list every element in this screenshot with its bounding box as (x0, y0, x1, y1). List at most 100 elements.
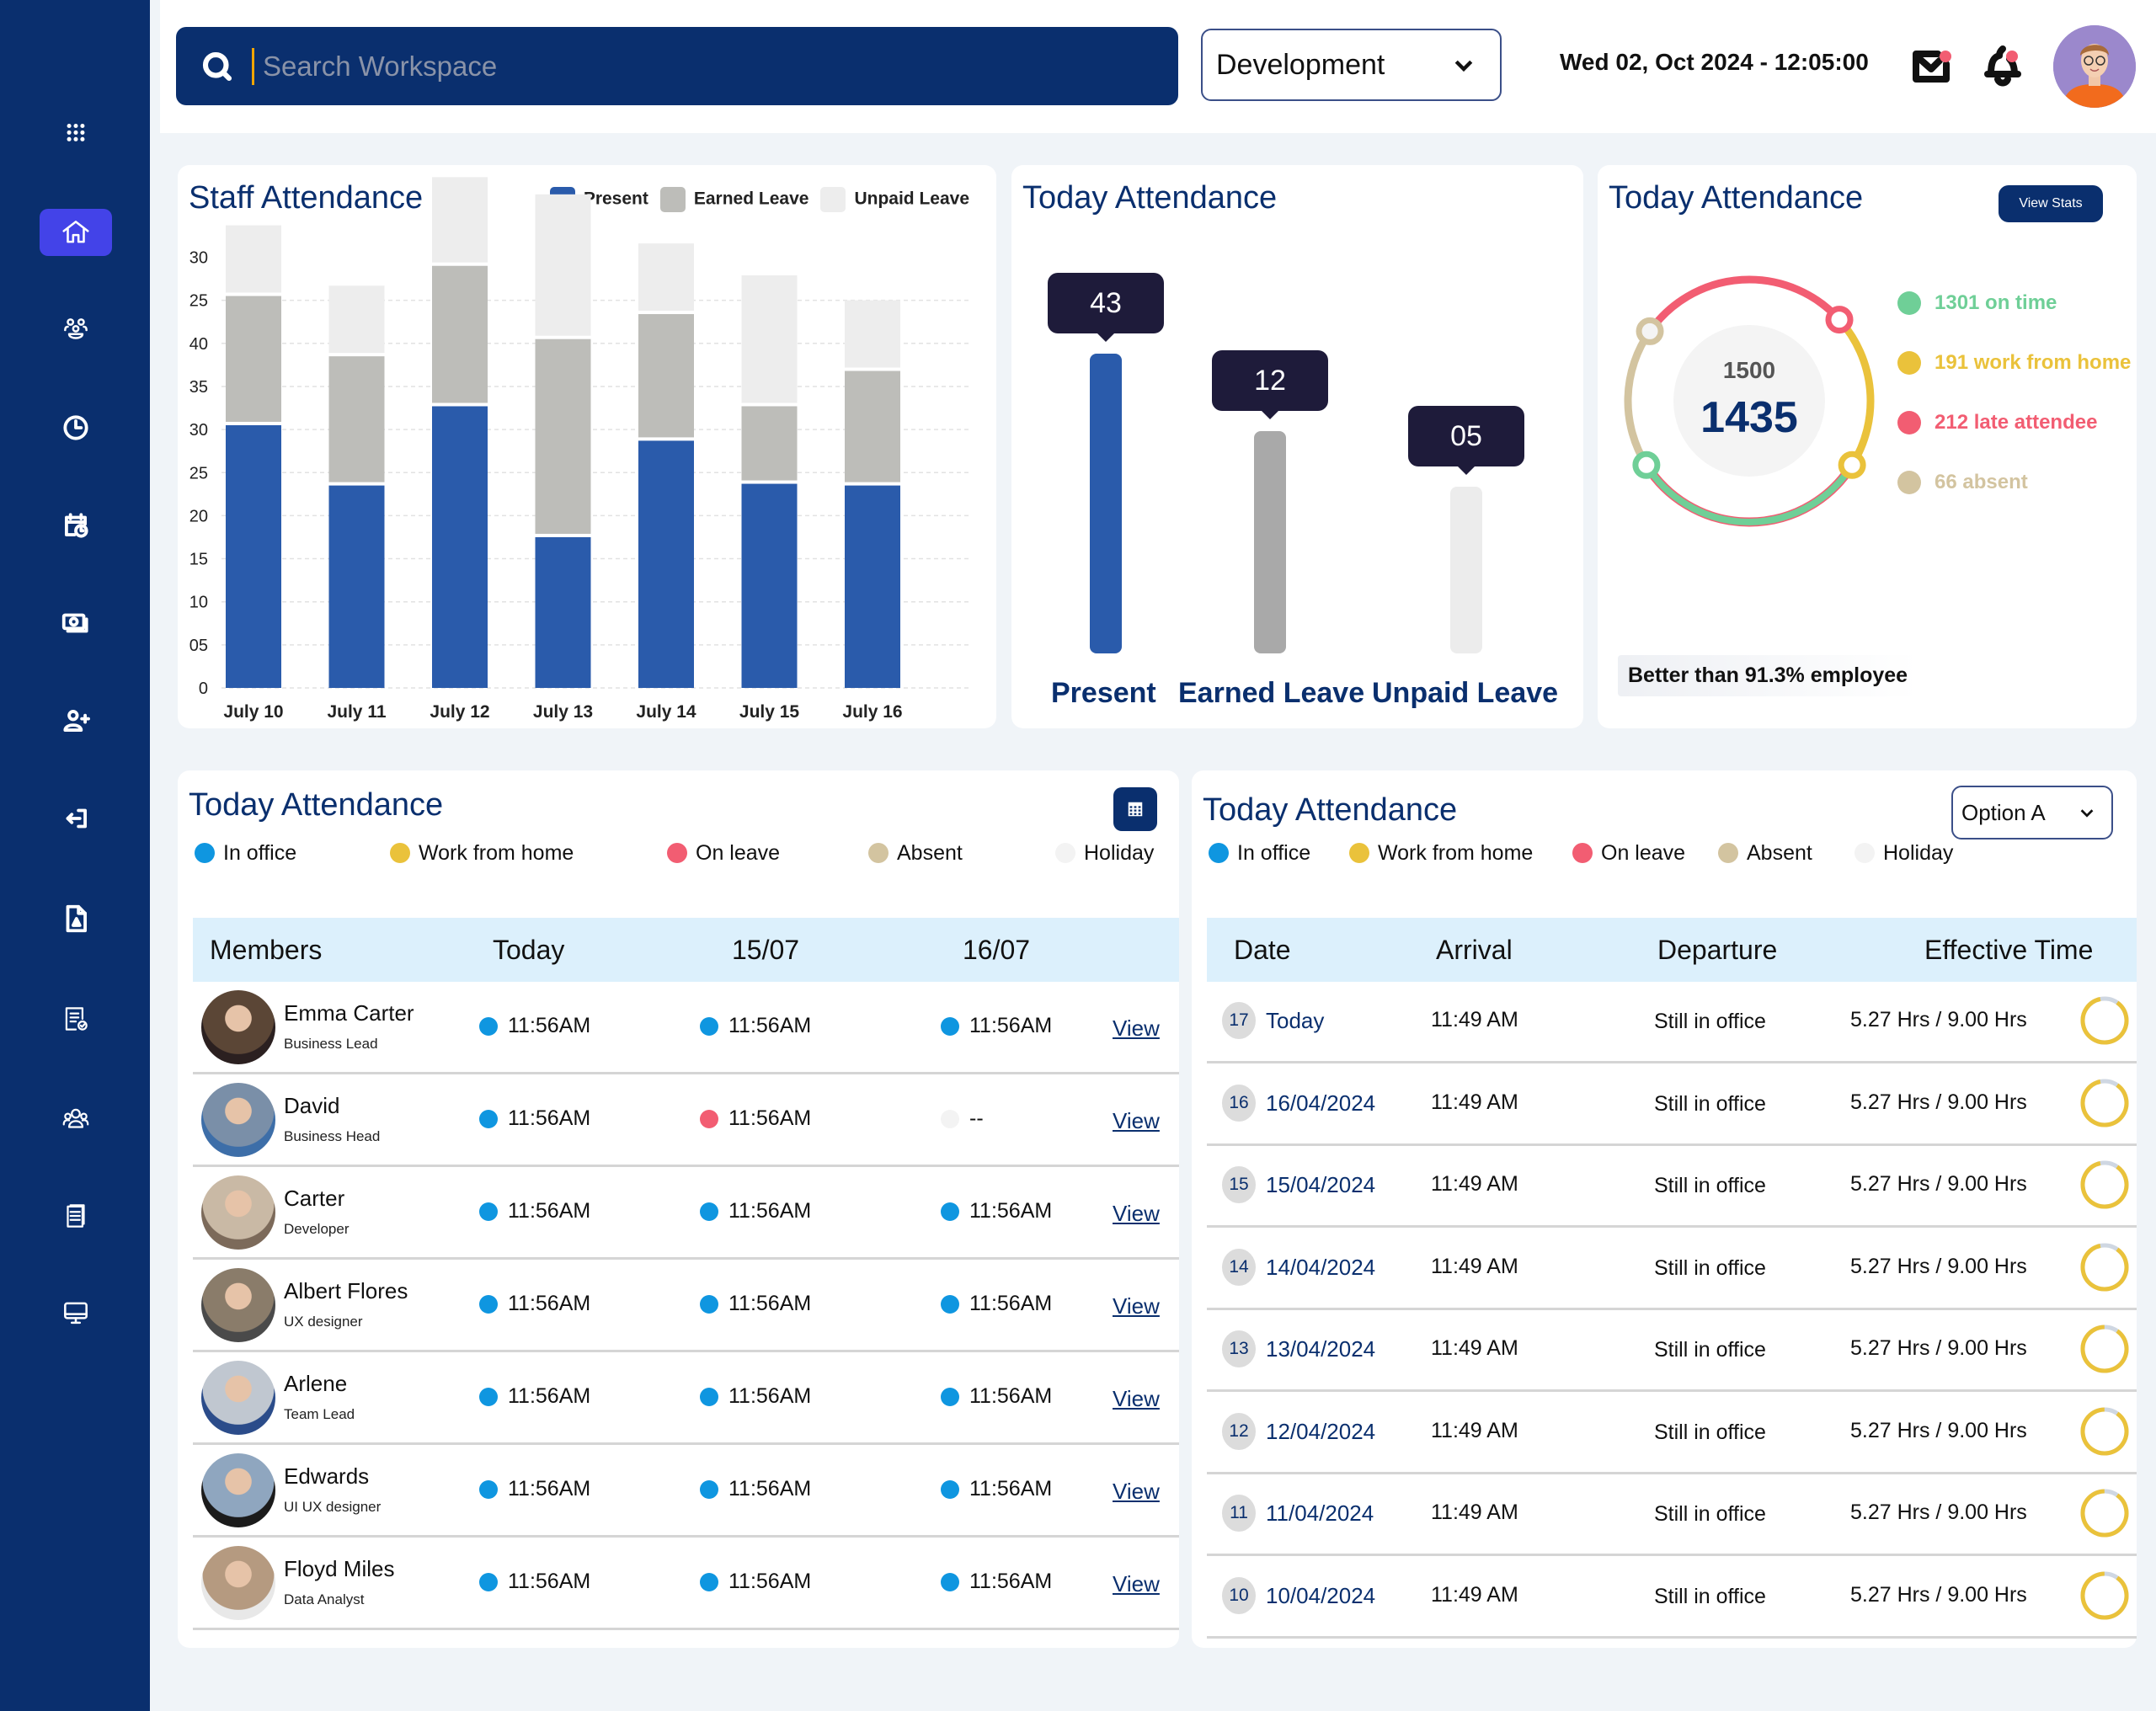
sidebar-item-groups[interactable] (40, 1095, 112, 1143)
member-row: Floyd Miles Data Analyst 11:56AM 11:56AM 11:… (193, 1538, 1179, 1630)
attendance-cell: 11:56AM (941, 1384, 1052, 1409)
absent-dot (1718, 843, 1738, 863)
bar-unpaid-leave (328, 285, 385, 354)
holiday-label: Holiday (1883, 840, 1954, 865)
log-date[interactable]: 12/04/2024 (1266, 1419, 1375, 1445)
calendar-button[interactable] (1113, 787, 1157, 831)
bar-earned-leave (535, 338, 591, 534)
absent-label: Absent (1747, 840, 1812, 865)
sidebar-item-documents[interactable] (40, 895, 112, 942)
effective-time: 5.27 Hrs / 9.00 Hrs (1850, 1090, 2027, 1114)
effective-time-ring (2080, 1325, 2129, 1373)
ring-progress (2080, 1325, 2129, 1373)
attendance-cell: 11:56AM (941, 1014, 1052, 1038)
department-dropdown[interactable]: Development (1201, 29, 1502, 101)
check-in-time: 11:56AM (508, 1384, 591, 1408)
x-tick-label: July 14 (636, 702, 696, 722)
sidebar-item-payroll[interactable] (40, 600, 112, 647)
team-icon (64, 318, 88, 339)
log-date[interactable]: 14/04/2024 (1266, 1255, 1375, 1281)
user-avatar[interactable] (2053, 25, 2136, 108)
member-row: Carter Developer 11:56AM 11:56AM 11:56AM View (193, 1167, 1179, 1260)
x-tick-label: July 11 (327, 702, 386, 722)
log-date[interactable]: 15/04/2024 (1266, 1172, 1375, 1198)
sidebar-item-checklist[interactable] (40, 995, 112, 1042)
member-avatar (201, 1268, 275, 1342)
status-dot-in-office (479, 1479, 498, 1499)
log-date[interactable]: 10/04/2024 (1266, 1583, 1375, 1609)
mail-button[interactable] (1908, 42, 1955, 89)
ring-progress (2080, 1407, 2129, 1455)
sidebar-item-devices[interactable] (40, 1289, 112, 1336)
late-label: 212 late attendee (1935, 411, 2098, 434)
donut-total: 1500 (1722, 357, 1776, 383)
search-bar[interactable] (176, 27, 1178, 105)
bar-unpaid-leave (432, 177, 488, 263)
member-role: Developer (284, 1221, 350, 1237)
status-dot-in-office (941, 1387, 959, 1406)
member-name: Floyd Miles (284, 1556, 395, 1581)
today-bars-title: Today Attendance (1022, 180, 1278, 216)
sidebar-item-schedule[interactable] (40, 502, 112, 549)
status-dot-in-office (700, 1294, 718, 1314)
bar-present (741, 483, 798, 688)
files-icon (67, 1204, 85, 1228)
performance-note: Better than 91.3% employee (1618, 655, 1919, 696)
col-members: Members (210, 934, 323, 965)
log-row: 16 16/04/2024 11:49 AM Still in office 5.27 … (1207, 1064, 2137, 1146)
col-departure: Departure (1657, 934, 1778, 965)
log-date[interactable]: 16/04/2024 (1266, 1090, 1375, 1117)
today-bar-label: Earned Leave (1178, 677, 1365, 709)
arrival-time: 11:49 AM (1431, 1008, 1518, 1031)
sidebar-item-home[interactable] (40, 209, 112, 256)
check-in-time: 11:56AM (969, 1199, 1053, 1223)
people-group-icon (62, 1108, 89, 1128)
view-link[interactable]: View (1113, 1293, 1160, 1319)
sidebar-item-team[interactable] (40, 306, 112, 354)
view-link[interactable]: View (1113, 1479, 1160, 1505)
option-select-value: Option A (1961, 799, 2046, 825)
view-link[interactable]: View (1113, 1108, 1160, 1134)
mail-unread-dot (1940, 51, 1951, 62)
in-office-dot (1209, 843, 1229, 863)
calendar-icon (1128, 802, 1143, 817)
arrival-time: 11:49 AM (1431, 1582, 1518, 1607)
option-select[interactable]: Option A (1951, 786, 2113, 840)
attendance-cell: 11:56AM (700, 1199, 811, 1223)
ring-progress (2080, 1571, 2129, 1619)
notifications-button[interactable] (1979, 42, 2026, 89)
view-link[interactable]: View (1113, 1015, 1160, 1042)
log-date[interactable]: 13/04/2024 (1266, 1336, 1375, 1362)
current-datetime: Wed 02, Oct 2024 - 12:05:00 (1560, 49, 1869, 75)
ring-progress (2080, 1160, 2129, 1209)
staff-attendance-chart: 0 05 10 15 20 25 30 35 40 25 30 July 10 July 11 July … (189, 177, 969, 722)
sidebar-item-reports[interactable] (40, 1192, 112, 1239)
sidebar (0, 0, 150, 1711)
status-dot-in-office (941, 1572, 959, 1591)
sidebar-item-logout[interactable] (40, 795, 112, 842)
view-link[interactable]: View (1113, 1571, 1160, 1597)
view-link[interactable]: View (1113, 1386, 1160, 1412)
x-tick-label: July 16 (842, 702, 902, 722)
department-value: Development (1216, 48, 1385, 81)
sidebar-item-apps[interactable] (40, 110, 112, 157)
wfh-label: Work from home (1378, 840, 1534, 865)
effective-time-ring (2080, 1079, 2129, 1127)
sidebar-item-time[interactable] (40, 404, 112, 451)
attendance-cell: 11:56AM (941, 1477, 1052, 1501)
member-avatar (201, 1453, 275, 1527)
on-time-dot (1897, 291, 1921, 315)
log-date[interactable]: Today (1266, 1008, 1324, 1034)
view-link[interactable]: View (1113, 1201, 1160, 1227)
member-avatar (201, 1546, 275, 1620)
y-tick-label: 35 (189, 378, 208, 397)
check-in-time: 11:56AM (969, 1292, 1053, 1315)
ring-progress (2080, 1079, 2129, 1127)
value-tooltip: 43 (1048, 273, 1164, 342)
sidebar-item-add-user[interactable] (40, 697, 112, 744)
bar-present (638, 440, 694, 688)
departure-status: Still in office (1654, 1420, 1766, 1444)
view-stats-button[interactable]: View Stats (1999, 185, 2103, 222)
search-input[interactable] (263, 50, 1105, 83)
log-date[interactable]: 11/04/2024 (1266, 1500, 1374, 1527)
